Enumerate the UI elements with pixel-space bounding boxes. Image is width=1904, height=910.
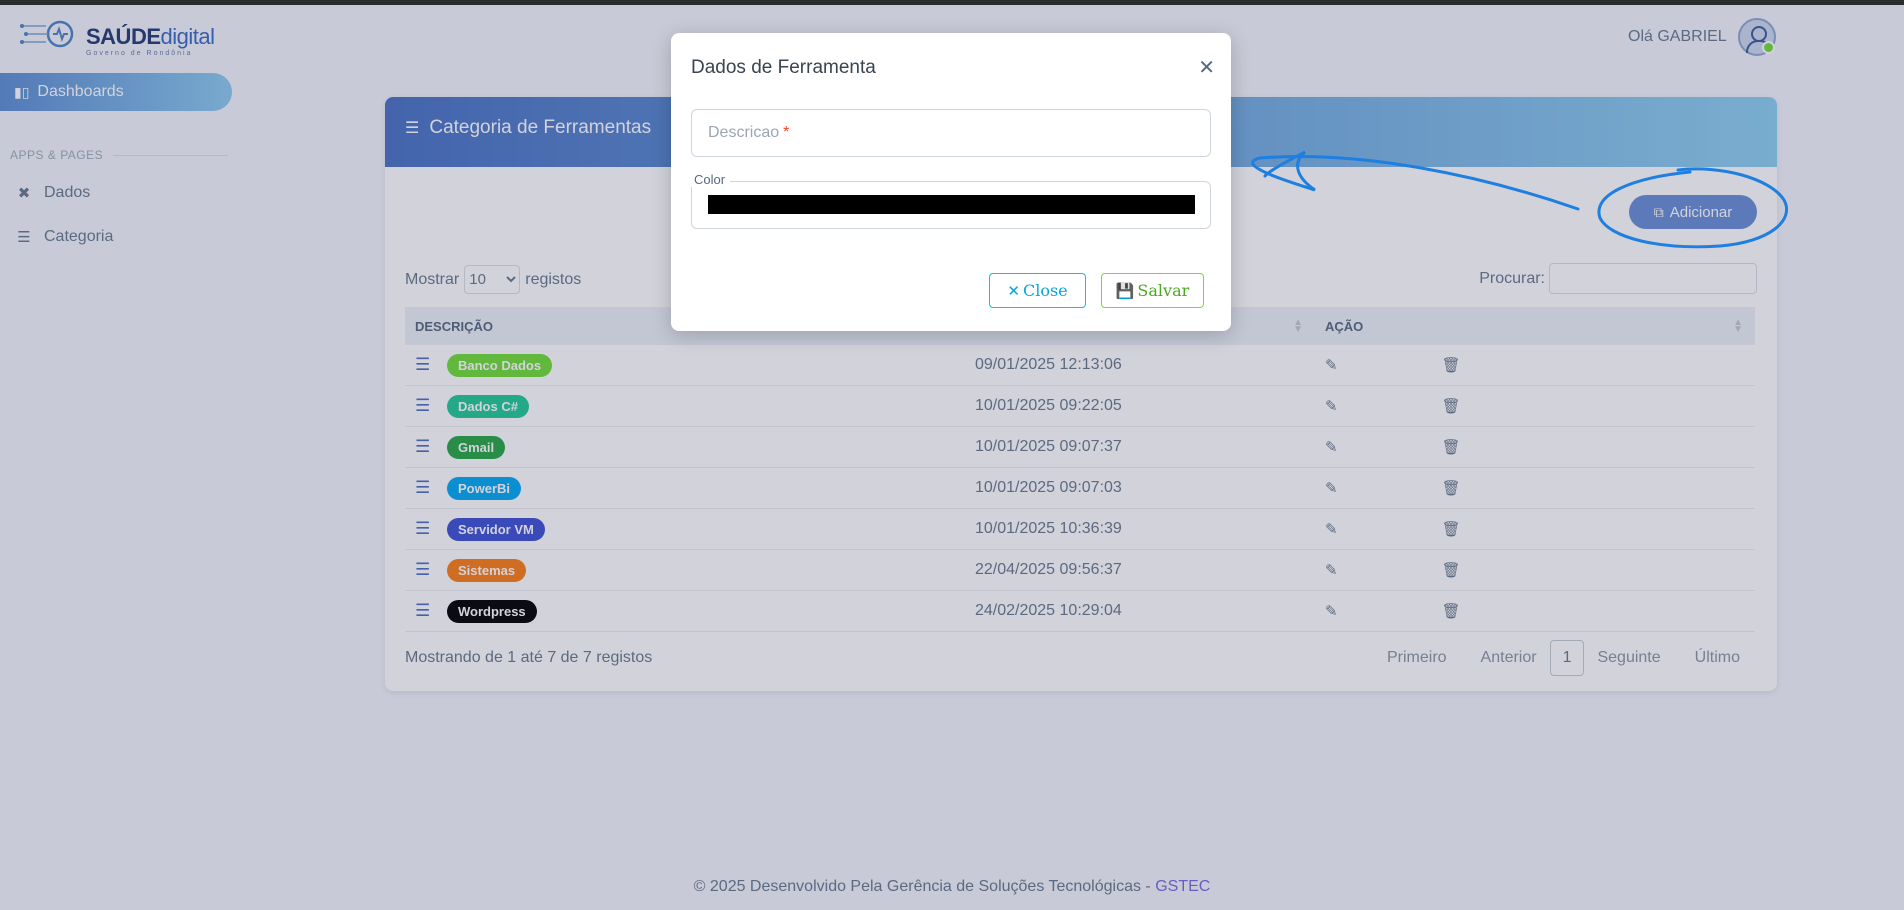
save-button[interactable]: 💾 Salvar — [1101, 273, 1204, 308]
required-mark: * — [783, 124, 790, 141]
descricao-placeholder: Descricao — [708, 124, 780, 141]
color-swatch[interactable] — [708, 195, 1195, 214]
close-button[interactable]: ✕ Close — [989, 273, 1086, 308]
close-icon[interactable]: ✕ — [1198, 55, 1215, 80]
top-strip — [0, 0, 1904, 5]
x-icon: ✕ — [1007, 281, 1020, 300]
descricao-field[interactable]: Descricao * — [691, 109, 1211, 157]
tool-data-modal: Dados de Ferramenta ✕ Descricao * Color ✕… — [671, 33, 1231, 331]
floppy-disk-icon: 💾 — [1115, 281, 1135, 300]
color-field-label: Color — [691, 172, 731, 187]
modal-title: Dados de Ferramenta — [691, 57, 876, 78]
color-field[interactable]: Color — [691, 172, 1211, 229]
